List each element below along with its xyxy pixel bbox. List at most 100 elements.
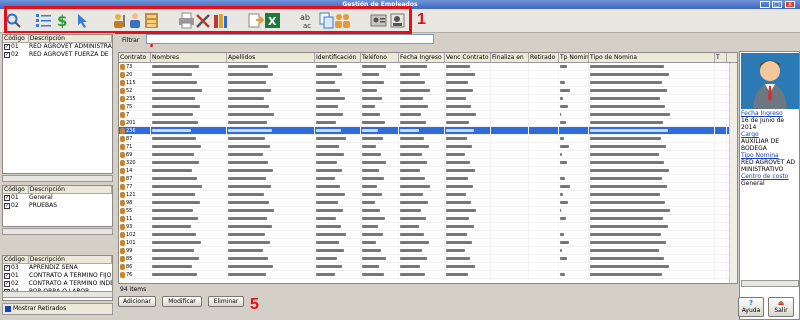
nomina-type-grid[interactable]: Código Descripción ✓ 01 RED AGROVET ADMINIS…: [2, 34, 113, 174]
column-header[interactable]: Contrato: [119, 53, 151, 62]
table-row[interactable]: 236: [119, 127, 737, 135]
fecha-ingreso-label[interactable]: Fecha Ingreso: [741, 110, 799, 117]
horizontal-scrollbar[interactable]: [741, 280, 799, 287]
table-row[interactable]: 85: [119, 255, 737, 263]
table-cell: [491, 231, 529, 238]
table-cell: [399, 175, 445, 182]
horizontal-scrollbar[interactable]: [2, 228, 113, 235]
table-row[interactable]: 87: [119, 175, 737, 183]
table-row[interactable]: 235: [119, 95, 737, 103]
horizontal-scrollbar[interactable]: [2, 175, 113, 182]
table-row[interactable]: 11: [119, 215, 737, 223]
table-cell: [315, 135, 361, 142]
checkbox[interactable]: ✓: [4, 52, 10, 58]
grid-header-description[interactable]: Descripción: [29, 256, 112, 263]
table-row[interactable]: 76: [119, 271, 737, 279]
checkbox[interactable]: ✓: [4, 265, 10, 271]
column-header[interactable]: Retirado: [529, 53, 559, 62]
close-button[interactable]: x: [785, 1, 795, 8]
table-row[interactable]: 93: [119, 223, 737, 231]
vertical-scrollbar[interactable]: [729, 63, 737, 283]
table-row[interactable]: 77: [119, 183, 737, 191]
table-row[interactable]: 71: [119, 143, 737, 151]
redacted-text: [446, 97, 466, 100]
show-retired-toggle[interactable]: Mostrar Retirados: [2, 303, 113, 315]
redacted-text: [590, 225, 668, 228]
maximize-button[interactable]: □: [772, 1, 782, 8]
table-row[interactable]: 115: [119, 79, 737, 87]
column-header[interactable]: Teléfono: [361, 53, 399, 62]
help-button[interactable]: ? Ayuda: [738, 297, 764, 317]
grid-header-description[interactable]: Descripción: [29, 186, 112, 193]
table-cell: [227, 271, 315, 278]
table-cell: [559, 223, 589, 230]
table-row[interactable]: 98: [119, 199, 737, 207]
redacted-text: [228, 249, 263, 252]
column-header[interactable]: Finaliza en: [491, 53, 529, 62]
checkbox[interactable]: ✓: [4, 203, 10, 209]
horizontal-scrollbar[interactable]: [2, 291, 113, 298]
person-icon: [120, 95, 125, 102]
employees-table[interactable]: Contrato Nombres Apellidos Identificación Te…: [118, 52, 738, 284]
column-header[interactable]: Tp Nomina: [559, 53, 589, 62]
redacted-text: [362, 89, 377, 92]
grid-header-description[interactable]: Descripción: [29, 35, 112, 42]
add-button[interactable]: Adicionar: [118, 296, 156, 307]
column-header[interactable]: Apellidos: [227, 53, 315, 62]
list-item[interactable]: ✓ 02 RED AGROVET FUERZA DE: [3, 51, 112, 59]
table-row[interactable]: 55: [119, 207, 737, 215]
list-item[interactable]: ✓ 03 APRENDIZ SENA: [3, 264, 112, 272]
table-row[interactable]: 7: [119, 111, 737, 119]
list-item[interactable]: ✓ 01 RED AGROVET ADMINISTRA: [3, 43, 112, 51]
grid-header-code[interactable]: Código: [3, 256, 29, 263]
tipo-nomina-label[interactable]: Tipo Nomina: [741, 152, 799, 159]
modify-button[interactable]: Modificar: [162, 296, 202, 307]
list-item[interactable]: ✓ 01 General: [3, 194, 112, 202]
list-item[interactable]: ✓ 02 CONTRATO A TERMINO INDE: [3, 280, 112, 288]
table-cell: [529, 271, 559, 278]
table-cell: [559, 167, 589, 174]
column-header[interactable]: T: [715, 53, 727, 62]
list-item[interactable]: ✓ 02 PRUEBAS: [3, 202, 112, 210]
column-header[interactable]: Tipo de Nomina: [589, 53, 715, 62]
table-row[interactable]: 320: [119, 159, 737, 167]
redacted-text: [560, 105, 568, 108]
table-row[interactable]: 73: [119, 63, 737, 71]
column-header[interactable]: Nombres: [151, 53, 227, 62]
table-row[interactable]: 102: [119, 231, 737, 239]
grid-header-code[interactable]: Código: [3, 186, 29, 193]
checkbox[interactable]: ✓: [4, 281, 10, 287]
table-cell: [227, 175, 315, 182]
table-row[interactable]: 121: [119, 191, 737, 199]
table-row[interactable]: 52: [119, 87, 737, 95]
table-row[interactable]: 69: [119, 151, 737, 159]
list-item[interactable]: ✓ 01 CONTRATO A TERMINO FIJO: [3, 272, 112, 280]
column-header[interactable]: Identificación: [315, 53, 361, 62]
exit-button[interactable]: ⏏ Salir: [768, 297, 794, 317]
table-row[interactable]: 201: [119, 119, 737, 127]
table-row[interactable]: 20: [119, 71, 737, 79]
filter-input[interactable]: [146, 34, 434, 44]
table-row[interactable]: 87: [119, 135, 737, 143]
checkbox[interactable]: [5, 305, 11, 312]
redacted-text: [316, 257, 337, 260]
column-header[interactable]: Fecha Ingreso: [399, 53, 445, 62]
minimize-button[interactable]: _: [760, 1, 770, 8]
checkbox[interactable]: ✓: [4, 195, 10, 201]
checkbox[interactable]: ✓: [4, 44, 10, 50]
table-row[interactable]: 101: [119, 239, 737, 247]
table-row[interactable]: 75: [119, 103, 737, 111]
table-row[interactable]: 14: [119, 167, 737, 175]
column-header[interactable]: Venc Contrato: [445, 53, 491, 62]
redacted-text: [362, 121, 385, 124]
cost-center-grid[interactable]: Código Descripción ✓ 01 General ✓ 02 PRUEBAS: [2, 185, 113, 227]
table-cell: [715, 255, 727, 262]
table-row[interactable]: 99: [119, 247, 737, 255]
centro-costo-label[interactable]: Centro de costo: [741, 173, 799, 180]
redacted-text: [228, 113, 274, 116]
table-row[interactable]: 86: [119, 263, 737, 271]
delete-button[interactable]: Eliminar: [208, 296, 244, 307]
cargo-label[interactable]: Cargo: [741, 131, 799, 138]
checkbox[interactable]: ✓: [4, 273, 10, 279]
grid-header-code[interactable]: Código: [3, 35, 29, 42]
